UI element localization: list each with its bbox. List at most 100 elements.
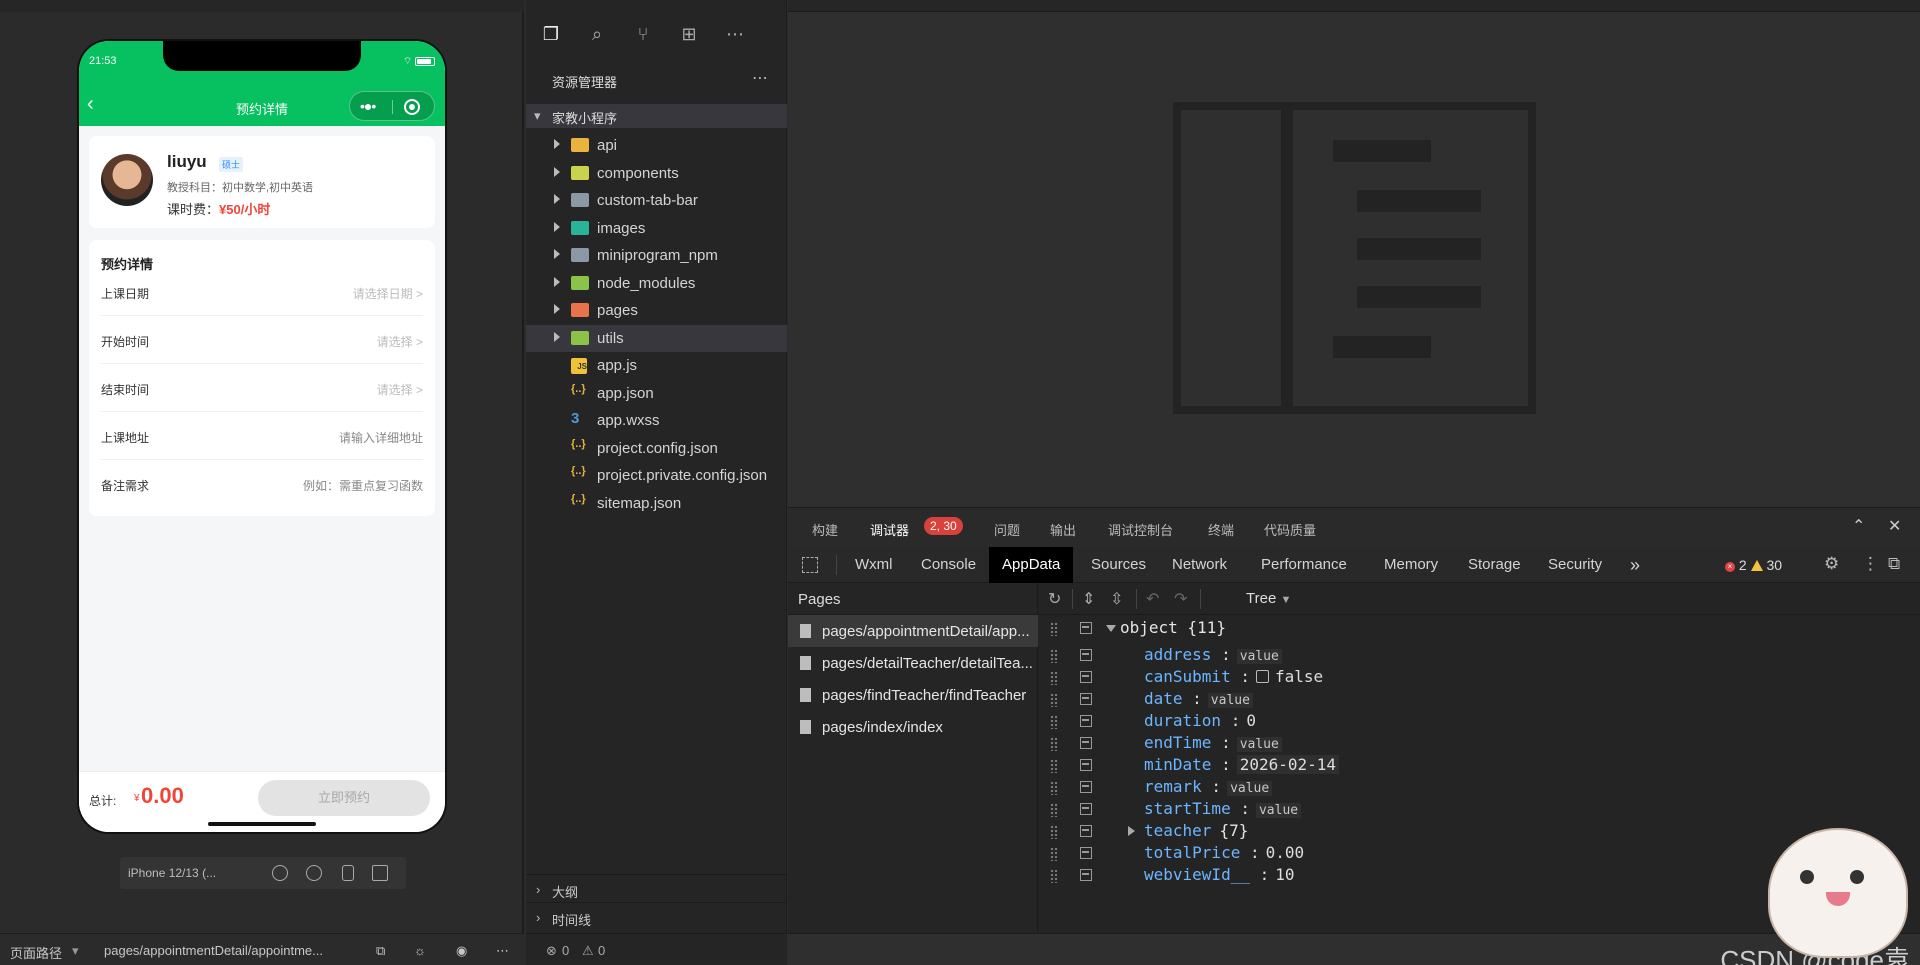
json-value[interactable]: value xyxy=(1207,693,1253,708)
drag-handle-icon[interactable] xyxy=(1050,825,1058,839)
json-value[interactable]: 0.00 xyxy=(1266,843,1305,862)
page-item[interactable]: pages/findTeacher/findTeacher xyxy=(788,679,1038,711)
tree-item-images[interactable]: images xyxy=(526,215,787,242)
tree-item-app-js[interactable]: JS app.js xyxy=(526,352,787,379)
outline-section[interactable]: › 大纲 xyxy=(526,874,787,902)
collapse-box-icon[interactable] xyxy=(1080,825,1092,837)
view-mode-select[interactable]: Tree ▼ xyxy=(1246,590,1291,607)
kebab-menu-icon[interactable]: ⋮ xyxy=(1862,554,1879,574)
collapse-box-icon[interactable] xyxy=(1080,622,1092,634)
form-row-value[interactable]: 请选择 > xyxy=(377,333,423,350)
tab-debug-console[interactable]: 调试控制台 xyxy=(1108,520,1173,539)
drag-handle-icon[interactable] xyxy=(1050,649,1058,663)
problems-status[interactable]: ⊗ 0 ⚠ 0 xyxy=(526,933,787,965)
close-target-icon[interactable] xyxy=(404,99,420,115)
page-path-label[interactable]: 页面路径 xyxy=(10,943,62,962)
refresh-icon[interactable]: ↻ xyxy=(1048,589,1061,609)
rotate-icon[interactable] xyxy=(272,865,288,881)
json-value[interactable]: false xyxy=(1275,667,1323,686)
chevron-down-icon[interactable]: ▾ xyxy=(72,943,79,959)
chevron-up-icon[interactable]: ⌃ xyxy=(1852,516,1865,536)
collapse-box-icon[interactable] xyxy=(1080,693,1092,705)
redo-icon[interactable]: ↷ xyxy=(1174,589,1187,609)
drag-handle-icon[interactable] xyxy=(1050,693,1058,707)
close-icon[interactable]: ✕ xyxy=(1888,516,1901,536)
undo-icon[interactable]: ↶ xyxy=(1146,589,1159,609)
tree-item-app-json[interactable]: {..} app.json xyxy=(526,380,787,407)
remark-input[interactable]: 例如：需重点复习函数 xyxy=(303,477,423,494)
tab-appdata[interactable]: AppData xyxy=(989,547,1074,583)
tab-wxml[interactable]: Wxml xyxy=(842,547,906,583)
form-row-date[interactable]: 上课日期 请选择日期 > xyxy=(101,268,423,316)
form-row-address[interactable]: 上课地址 请输入详细地址 xyxy=(101,412,423,460)
drag-handle-icon[interactable] xyxy=(1050,803,1058,817)
extensions-icon[interactable]: ⊞ xyxy=(678,24,700,46)
drag-handle-icon[interactable] xyxy=(1050,847,1058,861)
form-row-value[interactable]: 请选择日期 > xyxy=(353,285,423,302)
drag-handle-icon[interactable] xyxy=(1050,781,1058,795)
error-counter[interactable]: × 2 30 xyxy=(1725,557,1782,573)
json-value[interactable]: value xyxy=(1255,803,1302,818)
more-icon[interactable]: ⋯ xyxy=(496,943,509,959)
tree-item-custom-tab-bar[interactable]: custom-tab-bar xyxy=(526,187,787,214)
gear-icon[interactable]: ⚙ xyxy=(1824,554,1839,574)
tab-security[interactable]: Security xyxy=(1535,547,1615,583)
collapse-box-icon[interactable] xyxy=(1080,781,1092,793)
tab-performance[interactable]: Performance xyxy=(1248,547,1360,583)
tree-item-api[interactable]: api xyxy=(526,132,787,159)
more-tabs-icon[interactable]: » xyxy=(1617,547,1653,583)
files-icon[interactable]: ❐ xyxy=(540,24,562,46)
collapse-box-icon[interactable] xyxy=(1080,803,1092,815)
tree-item-components[interactable]: components xyxy=(526,160,787,187)
collapse-box-icon[interactable] xyxy=(1080,715,1092,727)
collapse-box-icon[interactable] xyxy=(1080,869,1092,881)
checkbox[interactable] xyxy=(1255,670,1269,683)
menu-capsule[interactable]: •●• xyxy=(349,91,435,121)
json-value[interactable]: 0 xyxy=(1246,711,1256,730)
eye-icon[interactable]: ◉ xyxy=(456,943,467,959)
bug-icon[interactable]: ☼ xyxy=(414,943,426,958)
phone-icon[interactable] xyxy=(342,865,354,881)
form-row-end-time[interactable]: 结束时间 请选择 > xyxy=(101,364,423,412)
explorer-more-icon[interactable]: ⋯ xyxy=(752,68,768,88)
source-control-icon[interactable]: ⑂ xyxy=(632,24,654,46)
device-select[interactable]: iPhone 12/13 (... xyxy=(128,866,216,880)
tab-storage[interactable]: Storage xyxy=(1455,547,1534,583)
page-item[interactable]: pages/detailTeacher/detailTea... xyxy=(788,647,1038,679)
form-row-remark[interactable]: 备注需求 例如：需重点复习函数 xyxy=(101,460,423,508)
drag-handle-icon[interactable] xyxy=(1050,715,1058,729)
drag-handle-icon[interactable] xyxy=(1050,737,1058,751)
expand-arrow-icon[interactable] xyxy=(1128,826,1135,836)
tree-item-project-private-config-json[interactable]: {..} project.private.config.json xyxy=(526,462,787,489)
tab-sources[interactable]: Sources xyxy=(1078,547,1159,583)
tree-item-node-modules[interactable]: node_modules xyxy=(526,270,787,297)
page-item[interactable]: pages/appointmentDetail/app... xyxy=(788,615,1038,647)
expand-arrow-icon[interactable] xyxy=(1106,625,1116,632)
tree-item-sitemap-json[interactable]: {..} sitemap.json xyxy=(526,490,787,517)
collapse-all-icon[interactable]: ⇳ xyxy=(1110,589,1123,609)
page-item[interactable]: pages/index/index xyxy=(788,711,1038,743)
expand-all-icon[interactable]: ⇕ xyxy=(1082,589,1095,609)
tab-memory[interactable]: Memory xyxy=(1371,547,1451,583)
popout-icon[interactable] xyxy=(372,865,388,881)
tree-item-project-config-json[interactable]: {..} project.config.json xyxy=(526,435,787,462)
tab-network[interactable]: Network xyxy=(1159,547,1240,583)
tab-code-quality[interactable]: 代码质量 xyxy=(1264,520,1316,539)
tree-item-utils[interactable]: utils xyxy=(526,324,787,352)
tree-item-pages[interactable]: pages xyxy=(526,297,787,324)
collapse-box-icon[interactable] xyxy=(1080,759,1092,771)
tab-build[interactable]: 构建 xyxy=(812,520,838,539)
json-value[interactable]: value xyxy=(1236,649,1282,664)
collapse-box-icon[interactable] xyxy=(1080,737,1092,749)
search-icon[interactable]: ⌕ xyxy=(586,24,608,46)
tab-debugger[interactable]: 调试器 xyxy=(870,520,909,539)
tab-terminal[interactable]: 终端 xyxy=(1208,520,1234,539)
tree-item-app-wxss[interactable]: 3 app.wxss xyxy=(526,407,787,434)
drag-handle-icon[interactable] xyxy=(1050,869,1058,883)
address-input[interactable]: 请输入详细地址 xyxy=(339,429,423,446)
json-value[interactable]: 10 xyxy=(1275,865,1294,884)
json-value[interactable]: value xyxy=(1236,737,1282,752)
tab-output[interactable]: 输出 xyxy=(1050,520,1076,539)
json-root-row[interactable]: object {11} xyxy=(1038,615,1920,642)
tab-console[interactable]: Console xyxy=(908,547,989,583)
